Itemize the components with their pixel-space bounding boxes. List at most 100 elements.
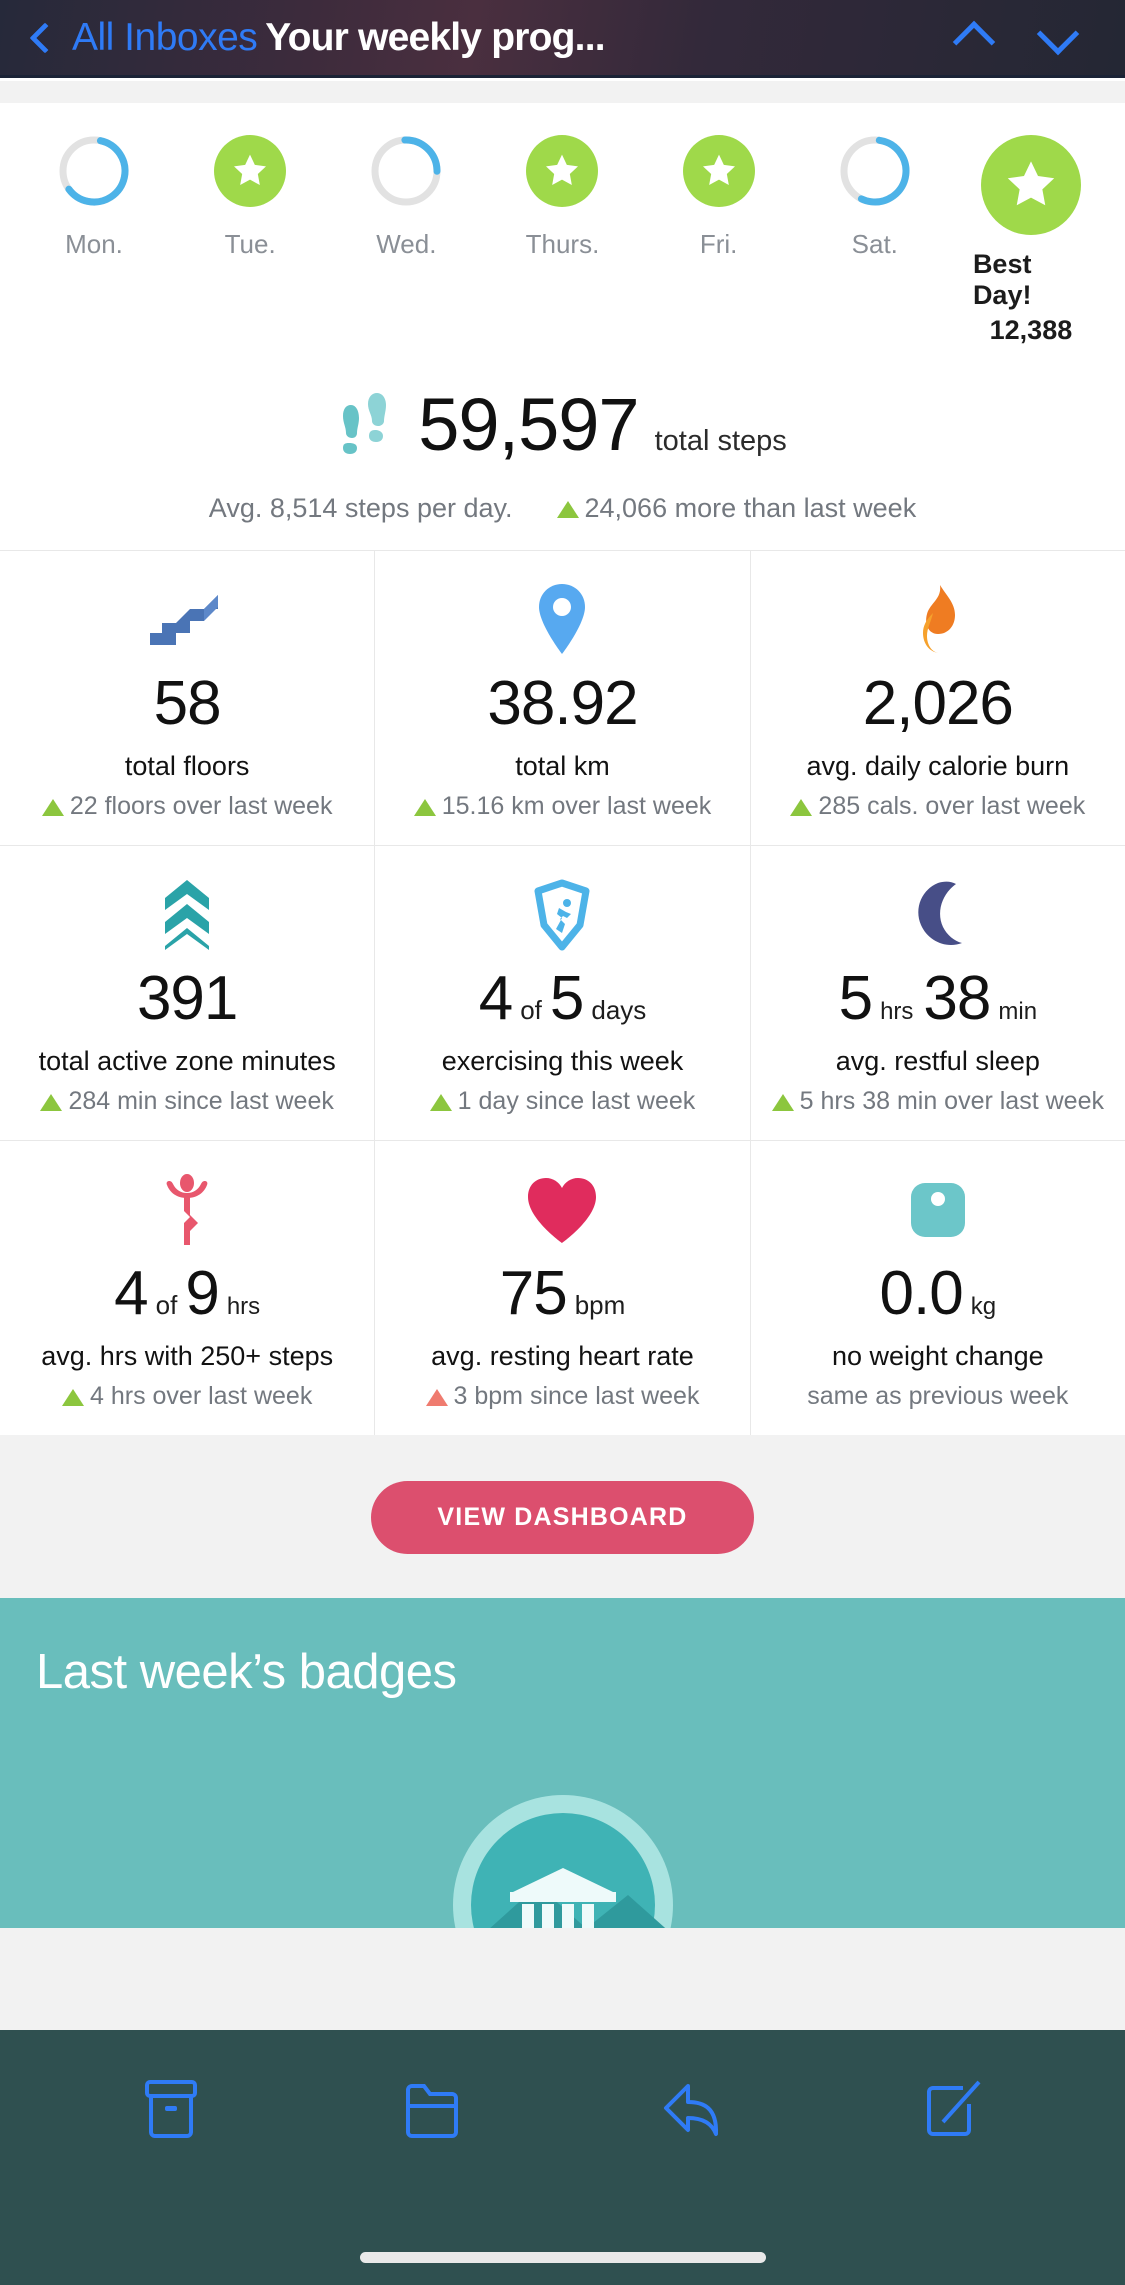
day-label: Wed.	[376, 229, 437, 259]
chevron-up-icon[interactable]	[952, 20, 996, 63]
tile-label: total floors	[124, 751, 250, 781]
tile-label: exercising this week	[441, 1046, 684, 1076]
stretch-person-icon	[159, 1171, 215, 1249]
tile-value-number-2: 9	[185, 1259, 219, 1328]
tile-active-zone-minutes[interactable]: 391 total active zone minutes 284 min si…	[0, 846, 375, 1140]
progress-ring-icon	[370, 135, 442, 207]
best-day-value: 12,388	[989, 315, 1073, 345]
mail-toolbar	[0, 2030, 1125, 2285]
tile-value-number: 2,026	[862, 669, 1014, 738]
tile-delta-label: 1 day since last week	[457, 1087, 696, 1115]
progress-ring-icon	[839, 135, 911, 207]
tile-delta: 15.16 km over last week	[413, 792, 712, 821]
day-column-tue: Tue.	[192, 135, 308, 260]
stairs-icon	[150, 581, 224, 659]
body-top-gap	[0, 81, 1125, 103]
tile-label: total km	[515, 751, 610, 781]
tile-total-floors[interactable]: 58 total floors 22 floors over last week	[0, 551, 375, 845]
day-column-thurs: Thurs.	[504, 135, 620, 260]
day-column-best-day: Best Day! 12,388	[973, 135, 1089, 346]
reply-icon[interactable]	[648, 2078, 738, 2140]
tile-resting-heart-rate[interactable]: 75 bpm avg. resting heart rate 3 bpm sin…	[375, 1141, 750, 1435]
total-steps-unit: total steps	[654, 425, 787, 457]
mail-navbar: All Inboxes Your weekly prog...	[0, 0, 1125, 78]
tile-value-unit: kg	[970, 1293, 997, 1320]
total-steps-subtext: Avg. 8,514 steps per day. 24,066 more th…	[0, 493, 1125, 524]
metrics-grid: 58 total floors 22 floors over last week	[0, 550, 1125, 1435]
tile-hourly-steps[interactable]: 4 of 9 hrs avg. hrs with 250+ steps 4 hr…	[0, 1141, 375, 1435]
tile-value-unit-2: min	[998, 998, 1038, 1025]
steps-average-label: Avg. 8,514 steps per day.	[208, 493, 513, 523]
archive-icon[interactable]	[126, 2078, 216, 2140]
steps-delta-label: 24,066 more than last week	[584, 493, 917, 523]
tile-delta-label: 15.16 km over last week	[441, 792, 712, 820]
total-steps-row: 59,597 total steps	[0, 382, 1125, 467]
triangle-up-icon	[41, 799, 64, 816]
badges-title: Last week’s badges	[36, 1645, 457, 1699]
tile-delta-label: 5 hrs 38 min over last week	[799, 1087, 1104, 1115]
day-column-wed: Wed.	[348, 135, 464, 260]
tile-exercise-days[interactable]: 4 of 5 days exercising this week 1 day s…	[375, 846, 750, 1140]
tile-value: 2,026	[862, 669, 1014, 738]
home-indicator	[359, 2252, 766, 2263]
app-root: All Inboxes Your weekly prog... Mon. Tue…	[0, 0, 1125, 2285]
day-label: Fri.	[699, 229, 738, 259]
tile-weight-change[interactable]: 0.0 kg no weight change same as previous…	[750, 1141, 1125, 1435]
steps-delta: 24,066 more than last week	[556, 493, 917, 524]
chevron-down-icon[interactable]	[1036, 12, 1080, 55]
day-label: Thurs.	[525, 229, 600, 259]
page-title: Your weekly prog...	[265, 15, 605, 59]
back-button[interactable]: All Inboxes	[28, 16, 258, 60]
view-dashboard-button[interactable]: VIEW DASHBOARD	[371, 1481, 754, 1554]
tile-value-number: 391	[136, 964, 238, 1033]
email-body[interactable]: Mon. Tue. Wed. Thurs. Fri. Sat. Best Day…	[0, 81, 1125, 2030]
exercise-shield-icon	[526, 876, 598, 954]
tile-value: 4 of 5 days	[479, 968, 647, 1030]
tile-value: 391	[136, 964, 238, 1033]
triangle-up-icon	[771, 1094, 794, 1111]
weekly-day-strip: Mon. Tue. Wed. Thurs. Fri. Sat. Best Day…	[0, 103, 1125, 346]
tile-value-number-2: 38	[923, 964, 991, 1033]
tile-value-unit: hrs	[226, 1293, 261, 1320]
badges-section: Last week’s badges	[0, 1598, 1125, 1928]
cta-section: VIEW DASHBOARD	[0, 1435, 1125, 1598]
folder-icon[interactable]	[387, 2078, 477, 2140]
tile-delta: 1 day since last week	[429, 1087, 696, 1116]
day-label: Tue.	[224, 229, 276, 259]
report-sheet: Mon. Tue. Wed. Thurs. Fri. Sat. Best Day…	[0, 103, 1125, 1435]
triangle-up-icon	[62, 1389, 84, 1406]
tile-label: no weight change	[831, 1341, 1044, 1371]
triangle-up-icon	[413, 799, 436, 816]
tile-value-number: 5	[838, 964, 873, 1033]
triangle-up-icon	[790, 799, 813, 816]
tile-value-unit: days	[591, 995, 647, 1025]
tile-value-number: 75	[499, 1259, 568, 1328]
triangle-down-icon	[425, 1389, 448, 1406]
day-label: Mon.	[65, 229, 123, 259]
tile-delta-label: 285 cals. over last week	[818, 792, 1086, 820]
tile-restful-sleep[interactable]: 5 hrs 38 min avg. restful sleep 5 hrs 38…	[750, 846, 1125, 1140]
tile-value-connector: of	[155, 1290, 178, 1320]
tile-total-km[interactable]: 38.92 total km 15.16 km over last week	[375, 551, 750, 845]
tile-delta-label: 3 bpm since last week	[453, 1382, 700, 1410]
tile-delta: 4 hrs over last week	[62, 1382, 312, 1411]
tile-label: avg. hrs with 250+ steps	[41, 1341, 334, 1371]
tile-delta: 284 min since last week	[40, 1087, 334, 1116]
message-nav-arrows	[952, 12, 1080, 63]
chevron-left-icon	[29, 21, 61, 54]
tile-label: avg. resting heart rate	[431, 1341, 694, 1371]
star-badge-icon	[682, 135, 755, 207]
tile-label: avg. restful sleep	[835, 1046, 1040, 1076]
tile-calorie-burn[interactable]: 2,026 avg. daily calorie burn 285 cals. …	[750, 551, 1125, 845]
tile-value-number: 58	[153, 669, 222, 738]
tile-delta: 3 bpm since last week	[425, 1382, 700, 1411]
toolbar-icon-row	[0, 2030, 1125, 2252]
day-column-mon: Mon.	[36, 135, 152, 260]
tile-value-unit: bpm	[574, 1290, 626, 1320]
scale-icon	[907, 1171, 969, 1249]
tile-value-unit: hrs	[880, 998, 914, 1025]
tile-label: total active zone minutes	[38, 1046, 336, 1076]
compose-icon[interactable]	[909, 2078, 999, 2140]
landmark-badge-icon	[388, 1730, 738, 1928]
tile-value: 5 hrs 38 min	[839, 968, 1037, 1030]
